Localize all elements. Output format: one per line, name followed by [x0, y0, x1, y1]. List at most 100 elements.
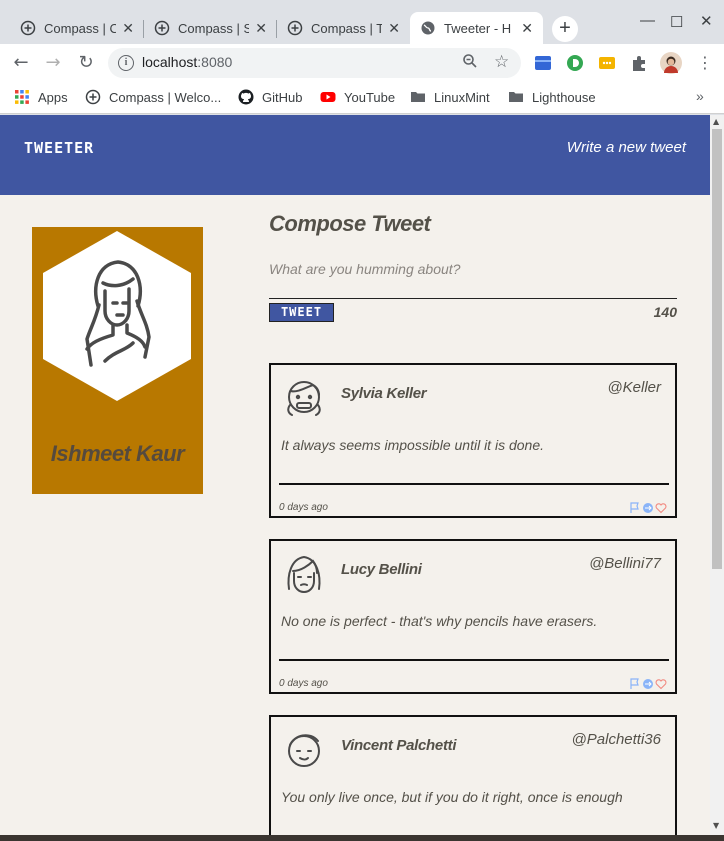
compass-icon [85, 89, 101, 105]
globe-icon [421, 21, 435, 35]
folder-icon [411, 92, 425, 102]
tweet-divider [279, 659, 669, 661]
bookmark-label: Lighthouse [532, 89, 596, 105]
profile-avatar [43, 231, 191, 401]
write-new-tweet-link[interactable]: Write a new tweet [567, 139, 686, 156]
user-avatar [288, 734, 320, 767]
close-icon[interactable]: ✕ [388, 20, 400, 37]
tweet-divider [279, 483, 669, 485]
url-text[interactable]: localhost:8080 [142, 54, 232, 70]
tweet-card: Lucy Bellini @Bellini77 No one is perfec… [269, 539, 677, 694]
chevron-double-right-icon[interactable]: » [696, 88, 704, 104]
bookmark-label: GitHub [262, 89, 303, 105]
bookmark-folder-lighthouse[interactable]: Lighthouse [508, 89, 596, 105]
compose-heading: Compose Tweet [269, 211, 431, 236]
bookmark-folder-linuxmint[interactable]: LinuxMint [410, 89, 490, 105]
tab-title: Compass | T [311, 20, 383, 36]
tweet-author-name: Lucy Bellini [341, 561, 422, 578]
bookmark-label: YouTube [344, 89, 396, 105]
new-tab-button[interactable]: + [552, 16, 578, 42]
bookmark-star-icon[interactable]: ☆ [494, 52, 509, 72]
retweet-icon[interactable] [642, 499, 654, 513]
tweet-card: Sylvia Keller @Keller It always seems im… [269, 363, 677, 518]
forward-arrow-icon[interactable]: → [42, 52, 64, 74]
tweet-author-name: Sylvia Keller [341, 385, 427, 402]
heart-icon[interactable] [655, 675, 667, 690]
tab-compass-1[interactable]: Compass | C ✕ [10, 12, 144, 44]
back-arrow-icon[interactable]: ← [10, 52, 32, 74]
tweet-actions [629, 675, 667, 690]
close-icon[interactable]: ✕ [255, 20, 267, 37]
bookmark-label: Apps [38, 89, 68, 105]
tab-title: Tweeter - H [444, 20, 512, 36]
profile-card: Ishmeet Kaur [32, 227, 203, 494]
tweet-text: No one is perfect - that's why pencils h… [281, 613, 598, 629]
page-viewport: TWEETER Write a new tweet Ishmeet Kaur C… [0, 115, 710, 835]
char-counter: 140 [653, 304, 677, 320]
url-port: :8080 [197, 54, 233, 70]
tweet-card: Vincent Palchetti @Palchetti36 You only … [269, 715, 677, 835]
tweet-handle: @Keller [607, 379, 661, 396]
tweet-age: 0 days ago [279, 502, 328, 513]
tweet-text: You only live once, but if you do it rig… [281, 789, 623, 805]
extension-yellow-icon[interactable] [598, 54, 616, 72]
tweet-submit-button[interactable]: TWEET [269, 303, 334, 322]
zoom-icon[interactable] [462, 53, 478, 69]
tweet-text: It always seems impossible until it is d… [281, 437, 544, 453]
scrollbar-thumb[interactable] [712, 129, 722, 569]
tab-compass-2[interactable]: Compass | S ✕ [144, 12, 277, 44]
bookmarks-bar: Apps Compass | Welco... GitHub YouTube L… [0, 82, 724, 114]
apps-grid-icon [15, 90, 29, 104]
flag-icon[interactable] [629, 675, 641, 689]
top-nav: TWEETER Write a new tweet [0, 115, 710, 195]
reload-icon[interactable]: ↻ [75, 52, 97, 74]
extension-green-icon[interactable] [566, 54, 584, 72]
scroll-down-arrow-icon[interactable]: ▼ [713, 821, 719, 830]
tab-title: Compass | C [44, 20, 117, 36]
bookmark-github[interactable]: GitHub [238, 89, 302, 105]
desktop-edge [0, 835, 724, 841]
tweet-actions [629, 499, 667, 514]
minimize-icon[interactable]: — [640, 12, 655, 29]
close-icon[interactable]: ✕ [122, 20, 134, 37]
bookmark-youtube[interactable]: YouTube [320, 89, 395, 105]
tweet-handle: @Palchetti36 [571, 731, 661, 748]
tab-compass-3[interactable]: Compass | T ✕ [277, 12, 410, 44]
avatar[interactable] [660, 52, 682, 74]
close-icon[interactable]: ✕ [521, 20, 533, 37]
flag-icon[interactable] [629, 499, 641, 513]
bookmark-label: LinuxMint [434, 89, 490, 105]
user-avatar [287, 381, 321, 416]
extensions-puzzle-icon[interactable] [630, 54, 648, 72]
info-icon[interactable]: i [118, 55, 134, 71]
tab-strip: Compass | C ✕ Compass | S ✕ Compass | T … [0, 0, 724, 44]
tweet-text-input[interactable] [269, 261, 677, 299]
url-host: localhost [142, 54, 198, 70]
maximize-icon[interactable]: ☐ [670, 13, 683, 31]
brand-logo[interactable]: TWEETER [24, 139, 94, 157]
address-bar[interactable]: i localhost:8080 ☆ [108, 48, 521, 78]
heart-icon[interactable] [655, 499, 667, 514]
tweet-age: 0 days ago [279, 678, 328, 689]
retweet-icon[interactable] [642, 675, 654, 689]
folder-icon [509, 92, 523, 102]
youtube-icon [320, 92, 336, 102]
tweet-handle: @Bellini77 [589, 555, 661, 572]
scroll-up-arrow-icon[interactable]: ▲ [713, 117, 719, 126]
browser-chrome: Compass | C ✕ Compass | S ✕ Compass | T … [0, 0, 724, 115]
tab-tweeter[interactable]: Tweeter - H ✕ [410, 12, 543, 44]
profile-name: Ishmeet Kaur [50, 441, 185, 466]
compass-icon [154, 20, 170, 36]
menu-kebab-icon[interactable]: ⋮ [694, 52, 716, 74]
close-window-icon[interactable]: ✕ [700, 12, 713, 30]
compass-icon [287, 20, 303, 36]
extension-blue-icon[interactable] [534, 54, 552, 72]
github-icon [238, 89, 254, 105]
page-scrollbar[interactable]: ▲ ▼ [710, 115, 724, 835]
bookmark-compass[interactable]: Compass | Welco... [85, 89, 221, 105]
bookmark-apps[interactable]: Apps [14, 89, 68, 105]
tweet-author-name: Vincent Palchetti [341, 737, 457, 754]
compass-icon [20, 20, 36, 36]
compose-section: Compose Tweet TWEET 140 [269, 211, 677, 322]
toolbar: ← → ↻ i localhost:8080 ☆ ⋮ [0, 44, 724, 82]
